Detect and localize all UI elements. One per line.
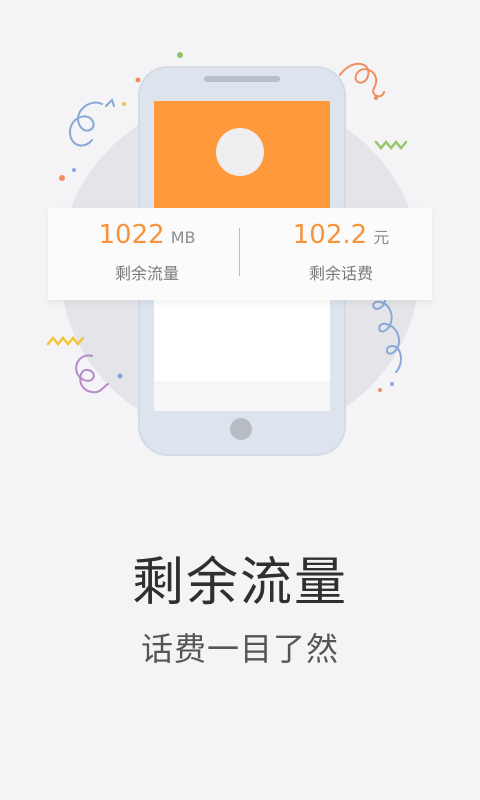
balance-remaining-unit: 元: [373, 228, 390, 247]
phone-orange-panel: [154, 101, 330, 209]
balance-remaining-stat: 102.2 元 剩余话费: [246, 220, 436, 284]
phone-display-footer: [154, 381, 330, 411]
blue-ribbon-right: [369, 289, 402, 373]
page-subtitle: 话费一目了然: [140, 630, 339, 668]
page-title: 剩余流量: [131, 553, 348, 613]
intro-screen: 1022 MB 剩余流量 102.2 元 剩余话费 剩余流量 话费一目了然: [0, 0, 480, 800]
data-remaining-unit: MB: [170, 228, 196, 247]
phone-avatar-circle: [216, 128, 264, 176]
yellow-squiggle: [46, 336, 85, 346]
orange-ribbon: [339, 62, 385, 98]
stats-card: 1022 MB 剩余流量 102.2 元 剩余话费: [48, 208, 432, 300]
green-squiggle: [374, 140, 408, 150]
purple-ribbon: [75, 354, 109, 394]
data-remaining-stat: 1022 MB 剩余流量: [52, 220, 242, 284]
data-remaining-value: 1022: [98, 220, 165, 250]
phone-speaker: [204, 76, 280, 82]
balance-remaining-label: 剩余话费: [308, 264, 373, 283]
blue-ribbon-left: [68, 101, 103, 147]
stats-divider: [239, 228, 240, 276]
data-remaining-label: 剩余流量: [114, 264, 179, 283]
phone-home-button: [230, 418, 252, 440]
balance-remaining-value: 102.2: [292, 220, 368, 250]
